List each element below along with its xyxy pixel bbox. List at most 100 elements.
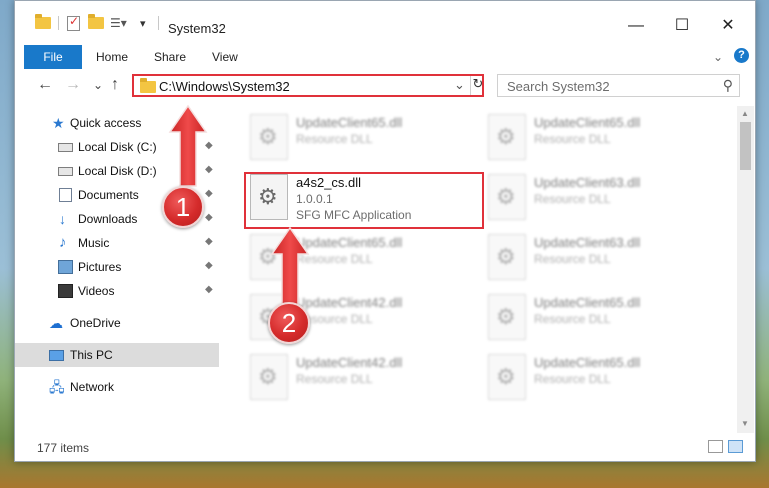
help-icon[interactable]: ? (734, 48, 749, 63)
back-button[interactable]: ← (37, 76, 53, 94)
customize-toolbar-icon[interactable]: ☰▾ (110, 14, 127, 32)
sidebar-item-label: Music (78, 236, 110, 250)
file-tile[interactable]: ⚙ UpdateClient42.dll Resource DLL (242, 350, 462, 408)
network-icon: 🖧 (49, 379, 65, 395)
pin-icon[interactable]: ◆ (205, 164, 213, 175)
up-button[interactable]: ↑ (111, 76, 119, 94)
tab-home[interactable]: Home (96, 45, 128, 69)
pin-icon[interactable]: ◆ (205, 212, 213, 223)
sidebar-item-music[interactable]: ♪ Music ◆ (15, 231, 219, 255)
forward-button[interactable]: → (65, 76, 81, 94)
sidebar-item-pictures[interactable]: Pictures ◆ (15, 255, 219, 279)
scroll-up-icon[interactable]: ▲ (741, 109, 749, 118)
file-type: Resource DLL (296, 132, 373, 146)
ribbon-tabs: File Home Share View ⌄ ? (15, 44, 755, 69)
file-tile[interactable]: ⚙ UpdateClient65.dll Resource DLL (480, 290, 700, 348)
dll-file-icon: ⚙ (250, 174, 288, 220)
step-badge-2: 2 (268, 302, 310, 344)
properties-icon[interactable] (67, 14, 80, 32)
search-placeholder: Search System32 (507, 79, 610, 94)
file-description: SFG MFC Application (296, 208, 412, 222)
file-name: UpdateClient63.dll (534, 175, 641, 190)
file-type: Resource DLL (534, 312, 611, 326)
dll-file-icon: ⚙ (488, 294, 526, 340)
scroll-thumb[interactable] (740, 122, 751, 170)
sidebar-item-local-disk-d[interactable]: Local Disk (D:) ◆ (15, 159, 219, 183)
dll-file-icon: ⚙ (488, 174, 526, 220)
file-name: a4s2_cs.dll (296, 175, 362, 190)
sidebar-item-this-pc[interactable]: This PC (15, 343, 219, 367)
item-count: 177 items (37, 441, 90, 455)
refresh-button[interactable]: ↻ (470, 76, 485, 95)
tab-file[interactable]: File (24, 45, 82, 69)
pin-icon[interactable]: ◆ (205, 284, 213, 295)
drive-icon (58, 167, 73, 176)
file-name: UpdateClient42.dll (296, 295, 403, 310)
sidebar-item-label: Pictures (78, 260, 122, 274)
file-type: Resource DLL (534, 192, 611, 206)
app-folder-icon (35, 14, 51, 32)
close-button[interactable]: ✕ (705, 11, 751, 41)
dll-file-icon: ⚙ (488, 354, 526, 400)
tiles-view-icon[interactable] (728, 440, 743, 453)
videos-icon (58, 284, 73, 298)
this-pc-icon (49, 350, 64, 361)
pin-icon[interactable]: ◆ (205, 140, 213, 151)
file-tile-a4s2-cs-dll[interactable]: ⚙ a4s2_cs.dll 1.0.0.1 SFG MFC Applicatio… (242, 170, 462, 228)
title-bar: ☰▾ ▾ System32 — ☐ ✕ (15, 1, 755, 43)
sidebar-item-label: Documents (78, 188, 139, 202)
sidebar-item-label: Local Disk (C:) (78, 140, 157, 154)
address-dropdown-icon[interactable]: ⌄ (454, 77, 465, 93)
sidebar-item-quick-access[interactable]: ★ Quick access (15, 111, 219, 135)
file-type: Resource DLL (296, 372, 373, 386)
tab-view[interactable]: View (212, 45, 238, 69)
file-name: UpdateClient42.dll (296, 355, 403, 370)
pin-icon[interactable]: ◆ (205, 260, 213, 271)
address-bar[interactable]: C:\Windows\System32 ⌄ ↻ (132, 74, 484, 97)
file-version: 1.0.0.1 (296, 192, 333, 206)
file-tile[interactable]: ⚙ UpdateClient63.dll Resource DLL (480, 230, 700, 288)
sidebar-item-network[interactable]: 🖧 Network (15, 375, 219, 399)
vertical-scrollbar[interactable]: ▲ ▼ (737, 106, 754, 433)
recent-locations-button[interactable]: ⌄ (93, 78, 103, 92)
ribbon-expand-icon[interactable]: ⌄ (713, 45, 723, 69)
pin-icon[interactable]: ◆ (205, 236, 213, 247)
file-name: UpdateClient65.dll (534, 355, 641, 370)
folder-icon (140, 78, 156, 93)
new-folder-icon[interactable] (88, 14, 104, 32)
status-bar: 177 items (15, 436, 755, 460)
file-name: UpdateClient63.dll (534, 235, 641, 250)
file-list: ⚙ UpdateClient65.dll Resource DLL ⚙ Upda… (220, 106, 737, 433)
file-name: UpdateClient65.dll (296, 235, 403, 250)
quick-access-dropdown-icon[interactable]: ▾ (140, 14, 146, 32)
sidebar-item-label: Network (70, 380, 115, 394)
dll-file-icon: ⚙ (488, 234, 526, 280)
file-type: Resource DLL (534, 252, 611, 266)
minimize-button[interactable]: — (613, 11, 659, 41)
pin-icon[interactable]: ◆ (205, 188, 213, 199)
sidebar-item-onedrive[interactable]: ☁ OneDrive (15, 311, 219, 335)
explorer-window: ☰▾ ▾ System32 — ☐ ✕ File Home Share View… (14, 0, 756, 462)
tab-share[interactable]: Share (154, 45, 186, 69)
sidebar-item-label: Downloads (78, 212, 138, 226)
file-tile[interactable]: ⚙ UpdateClient63.dll Resource DLL (480, 170, 700, 228)
file-tile[interactable]: ⚙ UpdateClient65.dll Resource DLL (480, 350, 700, 408)
title-divider (158, 16, 159, 30)
search-input[interactable]: Search System32 ⚲ (497, 74, 740, 97)
scroll-down-icon[interactable]: ▼ (741, 419, 749, 428)
file-tile[interactable]: ⚙ UpdateClient65.dll Resource DLL (242, 110, 462, 168)
details-view-icon[interactable] (708, 440, 723, 453)
maximize-button[interactable]: ☐ (659, 11, 705, 41)
sidebar-item-videos[interactable]: Videos ◆ (15, 279, 219, 303)
search-icon[interactable]: ⚲ (723, 77, 733, 94)
file-tile[interactable]: ⚙ UpdateClient65.dll Resource DLL (242, 230, 462, 288)
file-tile[interactable]: ⚙ UpdateClient65.dll Resource DLL (480, 110, 700, 168)
step-badge-1: 1 (162, 186, 204, 228)
address-path[interactable]: C:\Windows\System32 (159, 79, 290, 94)
dll-file-icon: ⚙ (488, 114, 526, 160)
file-type: Resource DLL (534, 132, 611, 146)
address-row: ← → ⌄ ↑ C:\Windows\System32 ⌄ ↻ Search S… (15, 68, 755, 106)
file-name: UpdateClient65.dll (534, 295, 641, 310)
pictures-icon (58, 260, 73, 274)
sidebar-item-local-disk-c[interactable]: Local Disk (C:) ◆ (15, 135, 219, 159)
